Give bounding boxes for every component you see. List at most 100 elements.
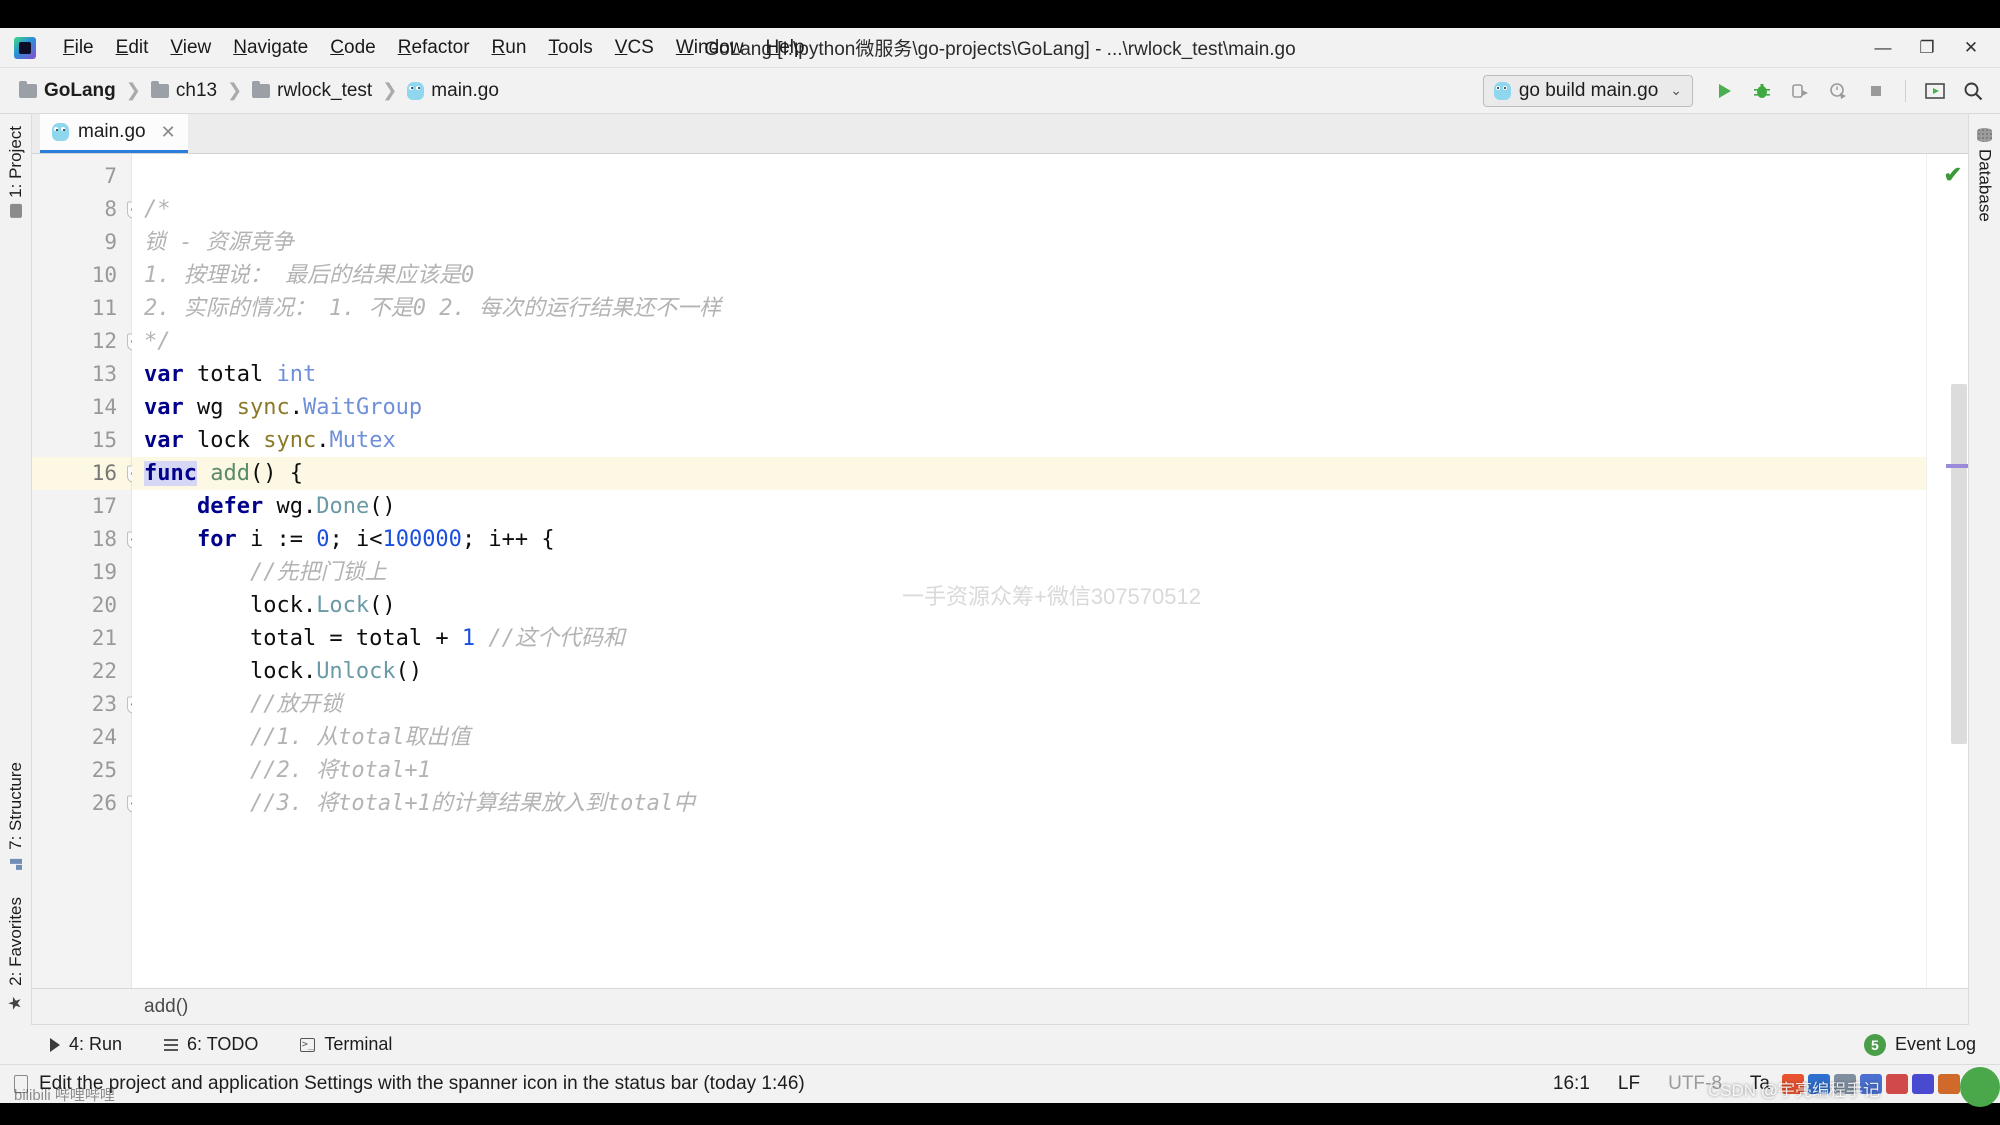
- folder-icon: [9, 203, 22, 218]
- sidebar-item-database[interactable]: Database: [1973, 124, 1997, 226]
- menu-item-vcs[interactable]: VCS: [604, 34, 665, 62]
- sidebar-item-favorites[interactable]: ★ 2: Favorites: [4, 893, 28, 1017]
- code-line[interactable]: //1. 从total取出值: [144, 721, 1926, 754]
- go-file-icon: [407, 81, 425, 100]
- sidebar-item-structure[interactable]: 7: Structure: [4, 758, 28, 873]
- menu-item-refactor[interactable]: Refactor: [387, 34, 481, 62]
- code-line[interactable]: /*: [144, 193, 1926, 226]
- run-button[interactable]: [1707, 74, 1741, 108]
- tray-app2-icon[interactable]: [1912, 1074, 1934, 1094]
- line-number[interactable]: 12: [32, 325, 142, 358]
- line-number[interactable]: 13: [32, 358, 131, 391]
- tool-window-run[interactable]: 4: Run: [44, 1031, 128, 1058]
- indent-setting[interactable]: Ta: [1750, 1073, 1770, 1095]
- code-line[interactable]: var total int: [144, 358, 1926, 391]
- search-everywhere-icon[interactable]: [1956, 74, 1990, 108]
- run-configuration-selector[interactable]: go build main.go ⌄: [1482, 74, 1693, 107]
- minimize-button[interactable]: —: [1862, 32, 1904, 64]
- menu-item-edit[interactable]: Edit: [105, 34, 160, 62]
- code-line[interactable]: 锁 - 资源竞争: [144, 226, 1926, 259]
- ime-dot-icon[interactable]: [1834, 1074, 1856, 1094]
- tray-app3-icon[interactable]: [1938, 1074, 1960, 1094]
- stop-button[interactable]: [1859, 74, 1893, 108]
- line-number[interactable]: 14: [32, 391, 131, 424]
- event-log-button[interactable]: 5 Event Log: [1863, 1033, 1976, 1056]
- close-button[interactable]: ✕: [1950, 32, 1992, 64]
- debug-button[interactable]: [1745, 74, 1779, 108]
- tool-window-terminal[interactable]: >_ Terminal: [294, 1031, 398, 1058]
- line-number[interactable]: 20: [32, 589, 131, 622]
- tool-window-label: 6: TODO: [187, 1034, 259, 1054]
- code-line[interactable]: //先把门锁上: [144, 556, 1926, 589]
- menu-item-help[interactable]: Help: [754, 34, 815, 62]
- line-number[interactable]: 17: [32, 490, 131, 523]
- line-number[interactable]: 19: [32, 556, 131, 589]
- line-number[interactable]: 25: [32, 754, 131, 787]
- line-number[interactable]: 10: [32, 259, 131, 292]
- code-line[interactable]: var lock sync.Mutex: [144, 424, 1926, 457]
- menu-item-view[interactable]: View: [159, 34, 222, 62]
- code-line[interactable]: lock.Unlock(): [144, 655, 1926, 688]
- breadcrumb-function[interactable]: add(): [144, 996, 188, 1018]
- code-line[interactable]: */: [144, 325, 1926, 358]
- code-line[interactable]: [144, 160, 1926, 193]
- code-line[interactable]: //2. 将total+1: [144, 754, 1926, 787]
- line-number[interactable]: 8: [32, 193, 142, 226]
- ime-sogou-icon[interactable]: [1782, 1074, 1804, 1094]
- menu-item-window[interactable]: Window: [665, 34, 755, 62]
- code-text-area[interactable]: 一手资源众筹+微信307570512 /* 锁 - 资源竞争 1. 按理说： 最后的…: [132, 154, 1926, 988]
- line-number[interactable]: 22: [32, 655, 131, 688]
- menu-item-file[interactable]: File: [52, 34, 105, 62]
- code-line[interactable]: 1. 按理说： 最后的结果应该是0: [144, 259, 1926, 292]
- code-line[interactable]: for i := 0; i<100000; i++ {: [144, 523, 1926, 556]
- menu-item-tools[interactable]: Tools: [537, 34, 603, 62]
- code-line[interactable]: //放开锁: [144, 688, 1926, 721]
- code-line[interactable]: 2. 实际的情况： 1. 不是0 2. 每次的运行结果还不一样: [144, 292, 1926, 325]
- code-token: 2. 实际的情况： 1. 不是0 2. 每次的运行结果还不一样: [144, 296, 721, 321]
- scrollbar-thumb[interactable]: [1951, 384, 1967, 744]
- code-line[interactable]: func add() {: [132, 457, 1926, 490]
- line-number[interactable]: 7: [32, 160, 131, 193]
- code-token: //放开锁: [144, 692, 343, 717]
- code-line[interactable]: total = total + 1 //这个代码和: [144, 622, 1926, 655]
- line-separator[interactable]: LF: [1618, 1073, 1640, 1095]
- breadcrumb-item-golang[interactable]: GoLang: [14, 77, 121, 105]
- caret-position[interactable]: 16:1: [1553, 1073, 1590, 1095]
- line-number[interactable]: 26: [32, 787, 142, 820]
- code-token: //1. 从total取出值: [144, 725, 471, 750]
- breadcrumb-item-ch13[interactable]: ch13: [146, 77, 222, 105]
- editor-tab-main-go[interactable]: main.go ✕: [40, 114, 188, 153]
- usage-marker[interactable]: [1946, 464, 1968, 468]
- maximize-button[interactable]: ❐: [1906, 32, 1948, 64]
- line-number[interactable]: 21: [32, 622, 131, 655]
- line-number[interactable]: 11: [32, 292, 131, 325]
- profile-button[interactable]: [1821, 74, 1855, 108]
- line-number[interactable]: 18: [32, 523, 142, 556]
- tool-window-todo[interactable]: 6: TODO: [158, 1031, 264, 1058]
- menu-item-code[interactable]: Code: [319, 34, 386, 62]
- line-number[interactable]: 16: [32, 457, 142, 490]
- close-icon[interactable]: ✕: [161, 122, 176, 143]
- breadcrumb-item-rwlock-test[interactable]: rwlock_test: [247, 77, 377, 105]
- run-with-coverage-button[interactable]: [1783, 74, 1817, 108]
- code-line[interactable]: //3. 将total+1的计算结果放入到total中: [144, 787, 1926, 820]
- code-line[interactable]: var wg sync.WaitGroup: [144, 391, 1926, 424]
- line-number[interactable]: 24: [32, 721, 131, 754]
- tray-app1-icon[interactable]: [1886, 1074, 1908, 1094]
- line-number-gutter[interactable]: 7 8 9 10 11 12 13 14 15 16 17 18 19 20 21 22 23 24 25 26: [32, 154, 142, 988]
- line-number[interactable]: 23: [32, 688, 142, 721]
- line-number[interactable]: 9: [32, 226, 131, 259]
- code-line[interactable]: defer wg.Done(): [144, 490, 1926, 523]
- ime-clock-icon[interactable]: [1860, 1074, 1882, 1094]
- file-encoding[interactable]: UTF-8: [1668, 1073, 1722, 1095]
- sidebar-item-project[interactable]: 1: Project: [4, 122, 28, 221]
- editor-scrollbar[interactable]: [1950, 254, 1968, 988]
- updates-icon[interactable]: [1918, 74, 1952, 108]
- code-line[interactable]: lock.Lock(): [144, 589, 1926, 622]
- menu-item-navigate[interactable]: Navigate: [222, 34, 319, 62]
- breadcrumb-item-main-go[interactable]: main.go: [402, 77, 504, 105]
- ime-chinese-icon[interactable]: [1808, 1074, 1830, 1094]
- menu-item-run[interactable]: Run: [481, 34, 538, 62]
- line-number[interactable]: 15: [32, 424, 131, 457]
